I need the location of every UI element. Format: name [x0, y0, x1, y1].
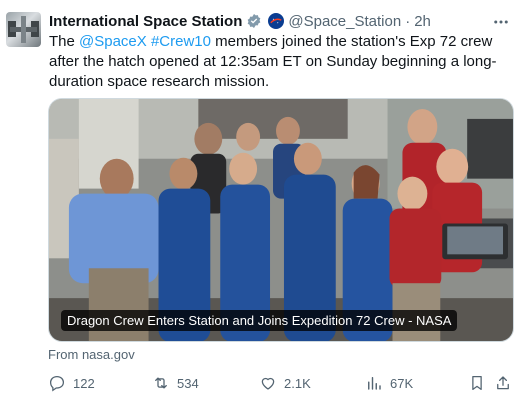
share-button[interactable] — [494, 373, 512, 393]
nasa-logo-icon[interactable] — [268, 13, 285, 29]
views-icon — [368, 377, 381, 390]
tweet-text: The @SpaceX #Crew10 members joined the s… — [49, 32, 517, 92]
media-image — [49, 99, 513, 341]
action-bar: 122 534 2.1K 67K — [48, 373, 513, 393]
tweet-header: International Space Station @Space_Stati… — [49, 11, 515, 31]
link-source[interactable]: From nasa.gov — [48, 347, 135, 362]
media-caption: Dragon Crew Enters Station and Joins Exp… — [61, 310, 458, 331]
bookmark-icon — [472, 375, 482, 391]
hashtag-link[interactable]: #Crew10 — [151, 33, 211, 50]
more-options-icon[interactable] — [491, 12, 511, 32]
verified-badge-icon[interactable] — [246, 13, 262, 29]
view-count: 67K — [390, 375, 414, 391]
share-icon — [497, 376, 509, 390]
bookmark-button[interactable] — [468, 373, 486, 393]
reply-icon — [49, 375, 65, 392]
reply-count: 122 — [73, 375, 95, 391]
author-name[interactable]: International Space Station — [49, 13, 242, 30]
views-button[interactable]: 67K — [365, 373, 413, 393]
reply-button[interactable]: 122 — [48, 373, 95, 393]
repost-button[interactable]: 534 — [152, 373, 199, 393]
media-card[interactable]: Dragon Crew Enters Station and Joins Exp… — [48, 98, 514, 342]
timestamp[interactable]: 2h — [414, 13, 431, 30]
tweet: International Space Station @Space_Stati… — [0, 0, 523, 410]
mention-link[interactable]: @SpaceX — [79, 33, 147, 50]
tweet-text-part: The — [49, 33, 80, 50]
separator-dot: · — [405, 12, 411, 30]
like-count: 2.1K — [284, 375, 311, 391]
profile-avatar[interactable] — [6, 12, 41, 47]
repost-icon — [155, 377, 167, 389]
like-icon — [261, 377, 275, 390]
author-handle[interactable]: @Space_Station — [288, 13, 401, 30]
like-button[interactable]: 2.1K — [259, 373, 311, 393]
repost-count: 534 — [177, 375, 199, 391]
